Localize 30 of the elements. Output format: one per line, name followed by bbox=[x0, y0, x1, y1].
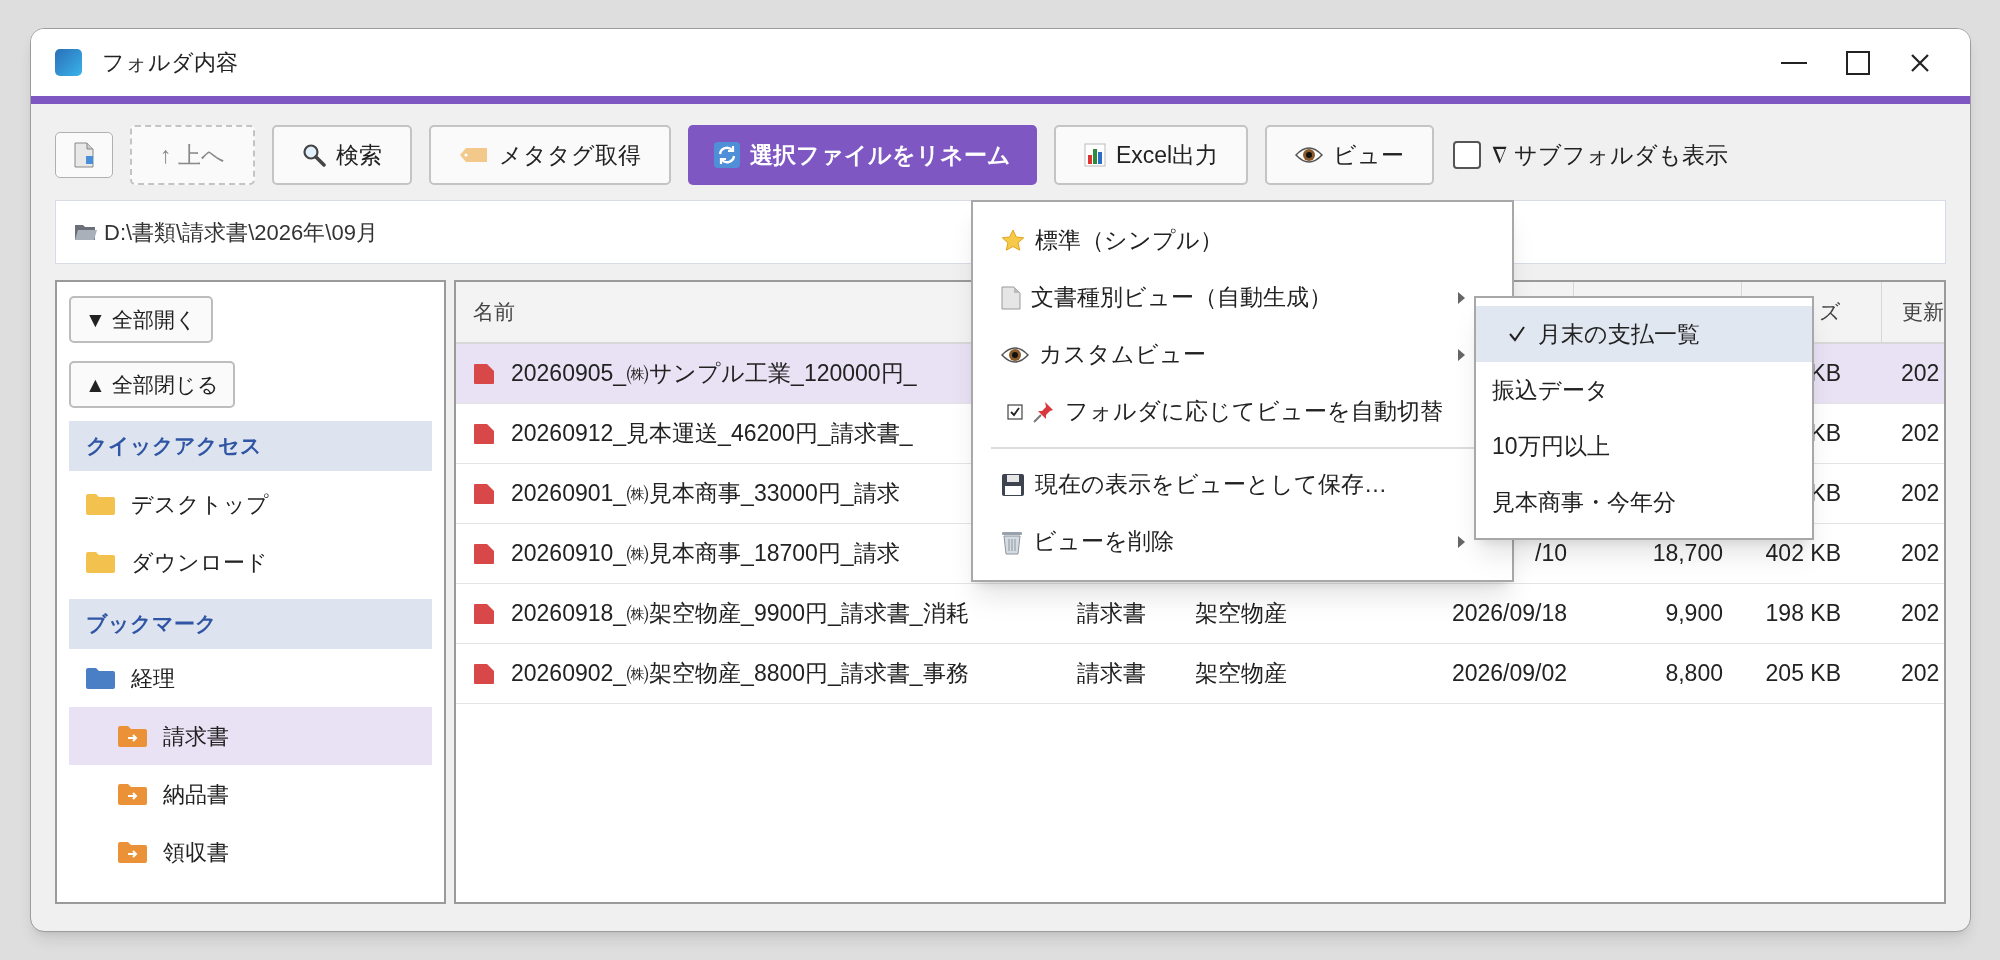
table-cell-text: 198 KB bbox=[1765, 599, 1841, 629]
table-cell-text: 架空物産 bbox=[1195, 599, 1287, 629]
table-cell-text: 202 bbox=[1901, 659, 1940, 689]
table-cell-text: 205 KB bbox=[1765, 659, 1841, 689]
table-cell-text: 架空物産 bbox=[1195, 659, 1287, 689]
window-title: フォルダ内容 bbox=[102, 49, 238, 77]
file-name: 20260918_㈱架空物産_9900円_請求書_消耗 bbox=[511, 599, 969, 629]
table-cell-text: 2026/09/02 bbox=[1451, 659, 1567, 689]
path-text: D:\書類\請求書\2026年\09月 bbox=[104, 218, 378, 247]
table-cell-text: 202 bbox=[1901, 479, 1940, 509]
table-cell-text: /10 bbox=[1535, 539, 1567, 569]
file-name: 20260905_㈱サンプル工業_120000円_ bbox=[511, 359, 917, 389]
file-name: 20260912_見本運送_46200円_請求書_ bbox=[511, 419, 913, 449]
file-name: 20260910_㈱見本商事_18700円_請求 bbox=[511, 539, 900, 569]
section-header: クイックアクセス bbox=[69, 421, 432, 471]
table-cell-text: 202 bbox=[1901, 359, 1940, 389]
table-cell-text: 202 bbox=[1901, 419, 1940, 449]
checkbox-label: ∇ サブフォルダも表示 bbox=[1492, 140, 1728, 170]
table-cell-text: 202 bbox=[1901, 539, 1940, 569]
table-cell-text: 202 bbox=[1901, 599, 1940, 629]
table-cell-text: 402 KB bbox=[1765, 539, 1841, 569]
table-cell-text: 9,900 bbox=[1665, 599, 1723, 629]
table-cell-text: 8,800 bbox=[1665, 659, 1723, 689]
table-cell-text: 請求書 bbox=[1077, 659, 1146, 689]
file-name: 20260901_㈱見本商事_33000円_請求 bbox=[511, 479, 900, 509]
table-cell-text: 請求書 bbox=[1077, 599, 1146, 629]
table-cell-text: 18,700 bbox=[1652, 539, 1723, 569]
file-name: 20260902_㈱架空物産_8800円_請求書_事務 bbox=[511, 659, 969, 689]
table-cell-text: 2026/09/18 bbox=[1451, 599, 1567, 629]
section-header: ブックマーク bbox=[69, 599, 432, 649]
